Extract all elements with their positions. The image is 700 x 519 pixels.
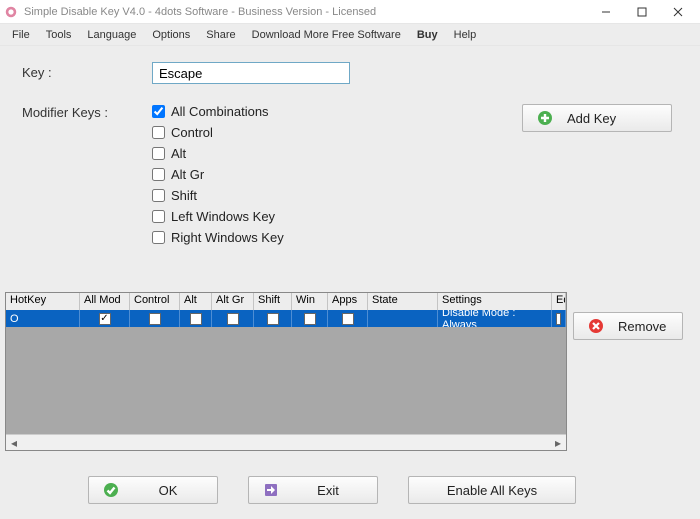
cell-shift[interactable] [254,310,292,327]
modifiers-label: Modifier Keys : [22,102,152,120]
mod-all-checkbox[interactable] [152,105,165,118]
remove-button[interactable]: Remove [573,312,683,340]
mod-lwin-checkbox[interactable] [152,210,165,223]
col-win[interactable]: Win [292,293,328,310]
menu-download[interactable]: Download More Free Software [244,27,409,43]
modifier-list: All Combinations Control Alt Alt Gr Shif… [152,102,284,245]
bottom-bar: OK Exit Enable All Keys [88,476,576,504]
menubar: File Tools Language Options Share Downlo… [0,24,700,46]
window-title: Simple Disable Key V4.0 - 4dots Software… [24,6,588,18]
mod-altgr-checkbox[interactable] [152,168,165,181]
col-control[interactable]: Control [130,293,180,310]
cell-eq[interactable] [552,310,566,327]
col-altgr[interactable]: Alt Gr [212,293,254,310]
menu-buy[interactable]: Buy [409,27,446,43]
cell-settings: Disable Mode : Always [438,310,552,327]
mod-shift-checkbox[interactable] [152,189,165,202]
exit-button[interactable]: Exit [248,476,378,504]
key-label: Key : [22,62,152,80]
cell-hotkey: O [6,310,80,327]
key-input[interactable] [152,62,350,84]
menu-file[interactable]: File [4,27,38,43]
cell-alt[interactable] [180,310,212,327]
app-icon [4,5,18,19]
close-button[interactable] [660,1,696,23]
minimize-button[interactable] [588,1,624,23]
check-icon [103,482,119,498]
menu-tools[interactable]: Tools [38,27,80,43]
titlebar: Simple Disable Key V4.0 - 4dots Software… [0,0,700,24]
grid-row[interactable]: O Disable Mode : Always [6,310,566,327]
horizontal-scrollbar[interactable]: ◂ ▸ [6,434,566,450]
menu-options[interactable]: Options [144,27,198,43]
exit-icon [263,482,279,498]
mod-control-checkbox[interactable] [152,126,165,139]
col-alt[interactable]: Alt [180,293,212,310]
col-allmod[interactable]: All Mod [80,293,130,310]
mod-rwin-checkbox[interactable] [152,231,165,244]
keys-grid[interactable]: HotKey All Mod Control Alt Alt Gr Shift … [5,292,567,451]
mod-all-combinations[interactable]: All Combinations [152,104,284,119]
maximize-button[interactable] [624,1,660,23]
mod-shift[interactable]: Shift [152,188,284,203]
cell-allmod[interactable] [80,310,130,327]
menu-language[interactable]: Language [79,27,144,43]
form-area: Key : Modifier Keys : All Combinations C… [0,46,700,245]
menu-help[interactable]: Help [446,27,485,43]
cell-state [368,310,438,327]
mod-altgr[interactable]: Alt Gr [152,167,284,182]
grid-header-row: HotKey All Mod Control Alt Alt Gr Shift … [6,293,566,310]
add-key-button[interactable]: Add Key [522,104,672,132]
ok-button[interactable]: OK [88,476,218,504]
remove-icon [588,318,604,334]
cell-control[interactable] [130,310,180,327]
col-shift[interactable]: Shift [254,293,292,310]
mod-lwin[interactable]: Left Windows Key [152,209,284,224]
scroll-left-icon[interactable]: ◂ [6,436,22,450]
col-eq[interactable]: Eq [552,293,566,310]
col-state[interactable]: State [368,293,438,310]
plus-icon [537,110,553,126]
cell-altgr[interactable] [212,310,254,327]
mod-rwin[interactable]: Right Windows Key [152,230,284,245]
mod-alt-checkbox[interactable] [152,147,165,160]
scroll-right-icon[interactable]: ▸ [550,436,566,450]
menu-share[interactable]: Share [198,27,243,43]
mod-control[interactable]: Control [152,125,284,140]
enable-all-keys-button[interactable]: Enable All Keys [408,476,576,504]
cell-win[interactable] [292,310,328,327]
mod-alt[interactable]: Alt [152,146,284,161]
cell-apps[interactable] [328,310,368,327]
col-hotkey[interactable]: HotKey [6,293,80,310]
col-apps[interactable]: Apps [328,293,368,310]
col-settings[interactable]: Settings [438,293,552,310]
